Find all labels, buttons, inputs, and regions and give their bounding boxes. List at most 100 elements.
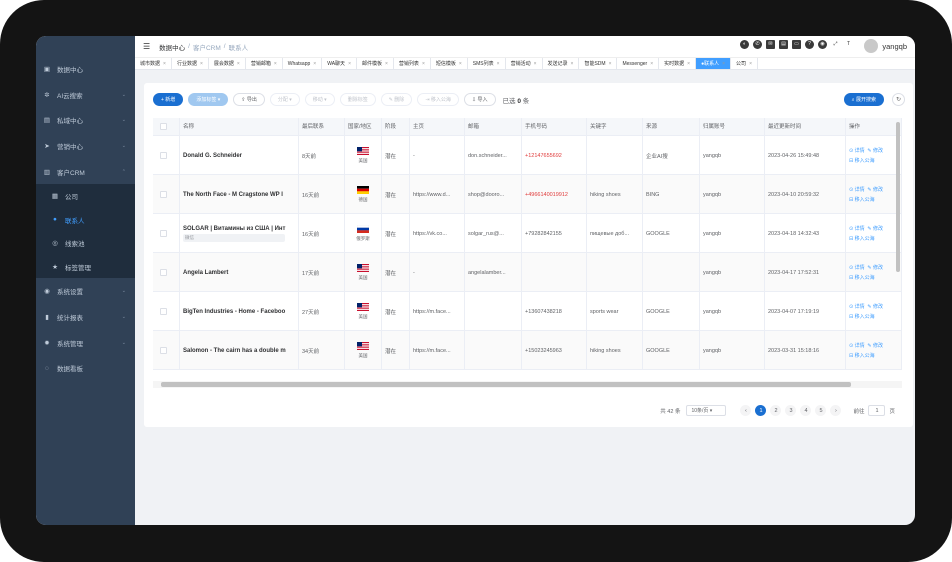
sidebar-sub-item[interactable]: ● 联系人 bbox=[36, 207, 135, 232]
screen-icon[interactable]: ▭ bbox=[792, 40, 801, 49]
move-button[interactable]: 移动 ▾ bbox=[304, 93, 335, 106]
assign-button[interactable]: 分配 ▾ bbox=[269, 93, 300, 106]
homepage[interactable]: https://m.face... bbox=[413, 309, 451, 315]
tab-item[interactable]: 营销列表 × bbox=[394, 58, 431, 69]
contact-name[interactable]: Angela Lambert bbox=[183, 270, 228, 276]
page-button[interactable]: 4 bbox=[800, 405, 812, 416]
remove-tag-button[interactable]: 删除标签 bbox=[339, 93, 376, 106]
close-icon[interactable]: × bbox=[313, 61, 316, 67]
row-checkbox[interactable] bbox=[160, 269, 167, 276]
contact-name[interactable]: BigTen Industries - Home - Faceboo bbox=[183, 309, 285, 315]
detail-link[interactable]: ⊙ 详情 bbox=[849, 187, 865, 193]
column-header[interactable]: 操作 bbox=[846, 118, 902, 136]
contact-name[interactable]: The North Face - M Cragstone WP I bbox=[183, 192, 283, 198]
tab-item[interactable]: SMS列表 × bbox=[468, 58, 506, 69]
edit-link[interactable]: ✎ 修改 bbox=[867, 148, 883, 154]
table-row[interactable]: BigTen Industries - Home - Faceboo 27天前 美国… bbox=[153, 292, 902, 331]
column-header[interactable]: 最近更新时间 bbox=[765, 118, 846, 136]
avatar[interactable] bbox=[864, 39, 878, 53]
close-icon[interactable]: × bbox=[163, 61, 166, 67]
sidebar-item[interactable]: ▥ 客户CRM ⌃ bbox=[36, 159, 135, 185]
homepage[interactable]: https://www.d... bbox=[413, 192, 450, 198]
sidebar-item[interactable]: ▤ 私域中心 ⌄ bbox=[36, 107, 135, 133]
sidebar-item[interactable]: ▮ 统计报表 ⌄ bbox=[36, 304, 135, 330]
tab-item[interactable]: WA聊天 × bbox=[322, 58, 357, 69]
export-button[interactable]: ⇪ 导出 bbox=[233, 93, 265, 106]
row-checkbox[interactable] bbox=[160, 230, 167, 237]
sidebar-sub-item[interactable]: ◎ 线索池 bbox=[36, 231, 135, 255]
homepage[interactable]: - bbox=[413, 270, 415, 276]
homepage[interactable]: https://m.face... bbox=[413, 348, 451, 354]
move-pool-link[interactable]: ⊟ 移入公海 bbox=[849, 196, 883, 203]
close-icon[interactable]: × bbox=[459, 61, 462, 67]
contact-name[interactable]: SOLGAR | Витамины из США | Инт bbox=[183, 226, 285, 232]
edit-link[interactable]: ✎ 修改 bbox=[867, 304, 883, 310]
detail-link[interactable]: ⊙ 详情 bbox=[849, 226, 865, 232]
column-header[interactable]: 主页 bbox=[410, 118, 465, 136]
close-icon[interactable]: × bbox=[722, 61, 725, 67]
table-row[interactable]: The North Face - M Cragstone WP I 16天前 德国 潜… bbox=[153, 175, 902, 214]
font-size-icon[interactable]: T bbox=[844, 40, 853, 49]
import-button[interactable]: ⇩ 导入 bbox=[463, 93, 496, 106]
tab-item[interactable]: 实时数据 × bbox=[659, 58, 697, 69]
globe-icon[interactable]: ◉ bbox=[818, 40, 827, 49]
select-all-checkbox[interactable] bbox=[160, 123, 167, 130]
contact-name[interactable]: Donald G. Schneider bbox=[183, 153, 242, 159]
tab-item[interactable]: 邮件模板 × bbox=[357, 58, 394, 69]
detail-link[interactable]: ⊙ 详情 bbox=[849, 265, 865, 271]
tab-item[interactable]: 智能SDM × bbox=[579, 58, 618, 69]
tab-item[interactable]: 公司 × bbox=[731, 58, 758, 69]
column-header[interactable]: 归属账号 bbox=[700, 118, 765, 136]
close-icon[interactable]: × bbox=[237, 61, 240, 67]
move-pool-link[interactable]: ⊟ 移入公海 bbox=[849, 352, 883, 359]
close-icon[interactable]: × bbox=[422, 61, 425, 67]
edit-link[interactable]: ✎ 修改 bbox=[867, 265, 883, 271]
sidebar-sub-item[interactable]: ▦ 公司 bbox=[36, 184, 135, 208]
column-header[interactable]: 邮箱 bbox=[465, 118, 522, 136]
page-size-select[interactable]: 10条/页 ▾ bbox=[686, 405, 727, 416]
tab-item[interactable]: 营销邮箱 × bbox=[246, 58, 283, 69]
column-header[interactable]: 阶段 bbox=[382, 118, 410, 136]
column-header[interactable]: 国家/地区 bbox=[345, 118, 382, 136]
add-button[interactable]: + 新增 bbox=[153, 93, 184, 106]
help-icon[interactable]: ? bbox=[805, 40, 814, 49]
move-pool-link[interactable]: ⊟ 移入公海 bbox=[849, 157, 883, 164]
close-icon[interactable]: × bbox=[749, 61, 752, 67]
refresh-icon[interactable]: ↻ bbox=[892, 93, 905, 106]
add-tag-button[interactable]: 添加标签 ▾ bbox=[188, 93, 229, 106]
close-icon[interactable]: × bbox=[274, 61, 277, 67]
tab-item[interactable]: 展会数据 × bbox=[209, 58, 246, 69]
page-button[interactable]: 5 bbox=[815, 405, 827, 416]
delete-button[interactable]: ✎ 删除 bbox=[380, 93, 413, 106]
sidebar-item[interactable]: ✲ AI云搜索 ⌄ bbox=[36, 82, 135, 108]
edit-link[interactable]: ✎ 修改 bbox=[867, 187, 883, 193]
close-icon[interactable]: × bbox=[200, 61, 203, 67]
sidebar-item[interactable]: ✹ 系统管理 ⌄ bbox=[36, 330, 135, 356]
tab-item[interactable]: 短信模板 × bbox=[431, 58, 468, 69]
fullscreen-icon[interactable]: ⤢ bbox=[831, 40, 840, 49]
whatsapp-icon[interactable]: ✆ bbox=[753, 40, 762, 49]
sidebar-item[interactable]: ◌ 数据看板 bbox=[36, 356, 135, 382]
column-header[interactable]: 最后联系 bbox=[299, 118, 345, 136]
close-icon[interactable]: × bbox=[534, 61, 537, 67]
tab-item[interactable]: 发送记录 × bbox=[543, 58, 580, 69]
mail-icon[interactable]: ✉ bbox=[766, 40, 775, 49]
sidebar-item[interactable]: ▣ 数据中心 bbox=[36, 56, 135, 82]
next-page-button[interactable]: › bbox=[830, 405, 842, 416]
move-pool-link[interactable]: ⊟ 移入公海 bbox=[849, 235, 883, 242]
close-icon[interactable]: × bbox=[609, 61, 612, 67]
detail-link[interactable]: ⊙ 详情 bbox=[849, 304, 865, 310]
table-row[interactable]: SOLGAR | Витамины из США | Инт 微信 16天前 俄罗斯潜… bbox=[153, 214, 902, 253]
sidebar-item[interactable]: ◉ 系统设置 ⌄ bbox=[36, 278, 135, 304]
column-header[interactable]: 名称 bbox=[180, 118, 299, 136]
prev-page-button[interactable]: ‹ bbox=[740, 405, 752, 416]
contact-name[interactable]: Salomon - The cairn has a double m bbox=[183, 348, 286, 354]
close-icon[interactable]: × bbox=[571, 61, 574, 67]
page-button[interactable]: 1 bbox=[755, 405, 767, 416]
hamburger-icon[interactable]: ☰ bbox=[143, 42, 150, 51]
tab-item[interactable]: 营销活动 × bbox=[506, 58, 543, 69]
detail-link[interactable]: ⊙ 详情 bbox=[849, 343, 865, 349]
close-icon[interactable]: × bbox=[497, 61, 500, 67]
column-header[interactable]: 关键字 bbox=[587, 118, 643, 136]
table-row[interactable]: Angela Lambert 17天前 美国 潜在 - angelalamber... ya… bbox=[153, 253, 902, 292]
